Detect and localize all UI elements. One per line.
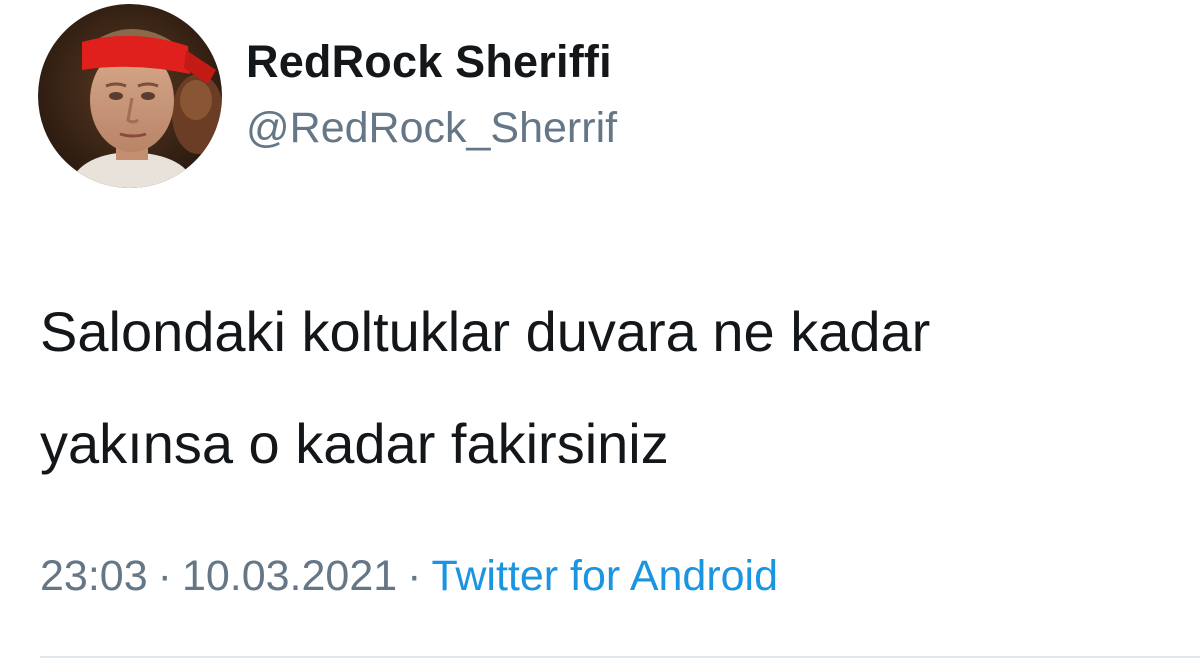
tweet-text-line: yakınsa o kadar fakirsiniz — [40, 412, 669, 475]
avatar-image — [38, 4, 222, 188]
tweet-card: RedRock Sheriffi @RedRock_Sherrif Salond… — [0, 0, 1200, 661]
tweet-text-line: Salondaki koltuklar duvara ne kadar — [40, 300, 931, 363]
meta-separator: · — [407, 552, 422, 600]
avatar[interactable] — [38, 4, 222, 188]
tweet-time[interactable]: 23:03 — [40, 552, 148, 600]
tweet-text: Salondaki koltuklar duvara ne kadar yakı… — [40, 276, 1180, 500]
divider — [40, 656, 1200, 658]
tweet-source-link[interactable]: Twitter for Android — [431, 552, 778, 600]
meta-separator: · — [157, 552, 172, 600]
author-handle[interactable]: @RedRock_Sherrif — [246, 104, 617, 153]
tweet-date[interactable]: 10.03.2021 — [182, 552, 397, 600]
tweet-meta: 23:03 · 10.03.2021 · Twitter for Android — [40, 552, 778, 601]
author-display-name[interactable]: RedRock Sheriffi — [246, 36, 612, 88]
